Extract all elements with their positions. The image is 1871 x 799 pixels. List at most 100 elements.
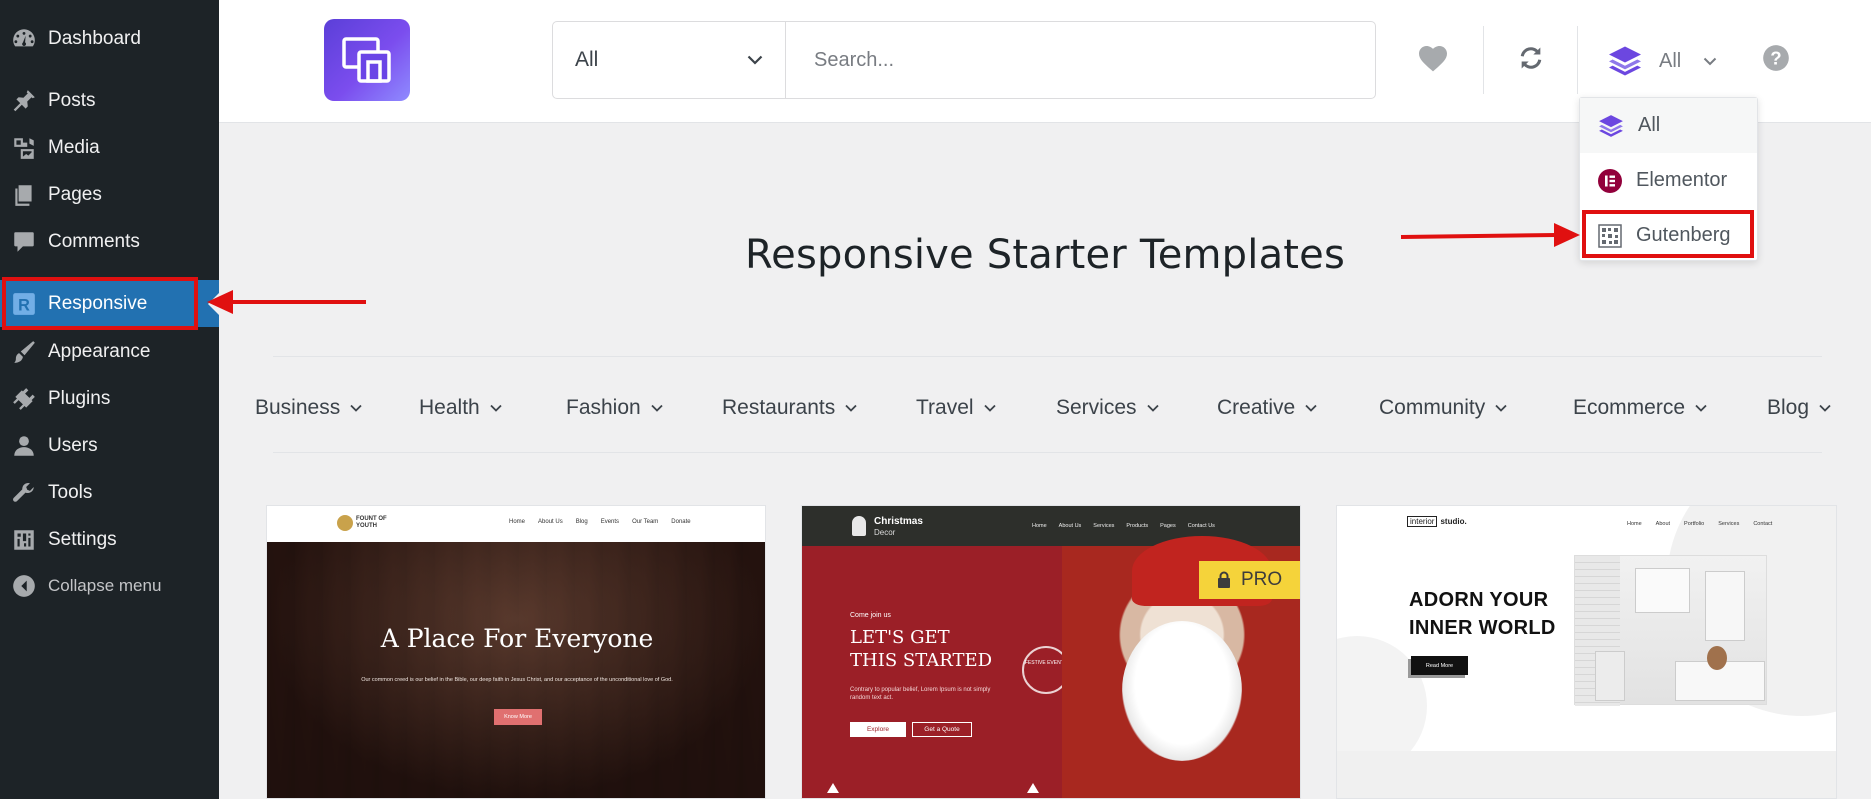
builder-option-all[interactable]: All	[1580, 98, 1757, 153]
sidebar-item-tools[interactable]: Tools	[0, 469, 219, 516]
category-tab-travel[interactable]: Travel	[916, 393, 996, 423]
red-hero-panel: Come join us LET'S GET THIS STARTED Cont…	[802, 546, 1070, 798]
card-brand-line2: Decor	[874, 528, 896, 537]
responsive-logo[interactable]	[324, 19, 410, 101]
category-tab-label: Health	[419, 396, 480, 419]
sidebar-item-label: Appearance	[48, 340, 151, 362]
sync-icon	[1520, 47, 1542, 69]
sidebar-item-label: Collapse menu	[48, 575, 162, 595]
header-divider	[1483, 26, 1484, 94]
category-tab-label: Services	[1056, 396, 1137, 419]
sidebar-item-responsive[interactable]: R Responsive	[0, 280, 219, 327]
church-logo-icon	[337, 515, 353, 531]
layers-icon	[1599, 114, 1623, 137]
elementor-icon	[1598, 168, 1622, 193]
card-nav: Home About Portfolio Services Contact	[1627, 521, 1772, 527]
category-tab-health[interactable]: Health	[419, 393, 502, 423]
teddy-bear	[1707, 646, 1727, 670]
card-nav-item: Home	[1032, 523, 1047, 529]
category-select[interactable]: All	[553, 22, 786, 98]
responsive-r-icon: R	[0, 280, 48, 327]
template-card-fount-of-youth[interactable]: FOUNT OF YOUTH Home About Us Blog Events…	[266, 505, 766, 799]
sidebar-item-dashboard[interactable]: Dashboard	[0, 15, 219, 62]
category-tab-business[interactable]: Business	[255, 393, 362, 423]
sidebar-item-posts[interactable]: Posts	[0, 77, 219, 124]
sidebar-item-settings[interactable]: Settings	[0, 516, 219, 563]
card-cta-button: Read More	[1411, 656, 1468, 675]
snowflake-decor	[827, 783, 1039, 793]
card-nav: Home About Us Services Products Pages Co…	[1032, 523, 1215, 529]
category-tab-blog[interactable]: Blog	[1767, 393, 1831, 423]
sidebar-item-appearance[interactable]: Appearance	[0, 328, 219, 375]
card-nav-item: Blog	[575, 519, 588, 525]
chevron-down-icon	[1819, 404, 1831, 412]
card-heading: A Place For Everyone	[380, 624, 654, 653]
sidebar-item-plugins[interactable]: Plugins	[0, 375, 219, 422]
category-tab-community[interactable]: Community	[1379, 393, 1507, 423]
svg-text:R: R	[18, 296, 30, 314]
builder-option-label: Gutenberg	[1636, 224, 1731, 246]
category-tab-fashion[interactable]: Fashion	[566, 393, 663, 423]
builder-option-elementor[interactable]: Elementor	[1580, 153, 1757, 208]
builder-option-label: All	[1638, 114, 1661, 136]
divider	[273, 452, 1822, 453]
builder-dropdown: All Elementor Gutenberg	[1579, 97, 1758, 261]
sidebar-item-label: Dashboard	[48, 27, 141, 49]
wall-shelf	[1705, 571, 1745, 641]
heart-icon	[1419, 46, 1447, 72]
sidebar-item-users[interactable]: Users	[0, 422, 219, 469]
pushpin-icon	[0, 77, 48, 124]
comment-icon	[0, 218, 48, 265]
category-tab-restaurants[interactable]: Restaurants	[722, 393, 857, 423]
sidebar-item-pages[interactable]: Pages	[0, 171, 219, 218]
help-button[interactable]: ?	[1756, 38, 1796, 78]
card-nav-item: Pages	[1160, 523, 1176, 529]
builder-select[interactable]: All	[1607, 36, 1717, 86]
sidebar-item-label: Posts	[48, 89, 96, 111]
chevron-down-icon	[1495, 404, 1507, 412]
collapse-arrow-icon	[0, 562, 48, 609]
dashboard-icon	[0, 15, 48, 62]
lock-icon	[1218, 571, 1230, 588]
favorites-heart-button[interactable]	[1413, 38, 1453, 78]
category-tab-services[interactable]: Services	[1056, 393, 1159, 423]
sidebar-item-label: Users	[48, 434, 98, 456]
card-nav-item: Our Team	[632, 519, 659, 525]
card-brand: interior studio.	[1407, 516, 1467, 527]
sidebar-item-label: Pages	[48, 183, 102, 205]
category-tab-label: Fashion	[566, 396, 641, 419]
layers-icon	[1609, 46, 1641, 76]
builder-option-gutenberg[interactable]: Gutenberg	[1580, 208, 1757, 263]
sidebar-item-comments[interactable]: Comments	[0, 218, 219, 265]
gutenberg-icon	[1598, 223, 1622, 248]
template-card-interior-studio[interactable]: interior studio. Home About Portfolio Se…	[1336, 505, 1837, 799]
card-nav-item: Contact Us	[1187, 523, 1215, 529]
category-tab-label: Blog	[1767, 396, 1810, 419]
category-tab-label: Creative	[1217, 396, 1296, 419]
search-box: All	[552, 21, 1376, 99]
card-nav-item: Portfolio	[1684, 521, 1705, 527]
chair	[1595, 651, 1625, 701]
sync-button[interactable]	[1511, 38, 1551, 78]
sidebar-item-label: Media	[48, 136, 100, 158]
responsive-logo-icon	[342, 37, 391, 83]
sidebar-item-media[interactable]: Media	[0, 124, 219, 171]
card-nav-item: About Us	[538, 519, 563, 525]
collapse-menu-button[interactable]: Collapse menu	[0, 562, 219, 609]
brand-rest: studio.	[1440, 517, 1467, 526]
search-input[interactable]	[786, 22, 1375, 98]
svg-text:?: ?	[1770, 47, 1781, 68]
template-card-christmas-decor[interactable]: Christmas Decor Home About Us Services P…	[801, 505, 1301, 799]
card-nav-item: Home	[509, 519, 526, 525]
brand-box: interior	[1407, 516, 1438, 527]
category-tab-creative[interactable]: Creative	[1217, 393, 1317, 423]
category-tab-ecommerce[interactable]: Ecommerce	[1573, 393, 1707, 423]
card-heading: ADORN YOUR INNER WORLD	[1409, 586, 1556, 642]
chevron-down-icon	[747, 55, 763, 65]
card-nav-item: About Us	[1058, 523, 1082, 529]
card-nav-item: Contact	[1753, 521, 1773, 527]
admin-sidebar: Dashboard Posts Media Pages Comments R R…	[0, 0, 219, 799]
category-tab-label: Restaurants	[722, 396, 836, 419]
card-body: Our common creed is our belief in the Bi…	[361, 677, 673, 683]
category-tab-label: Ecommerce	[1573, 396, 1686, 419]
